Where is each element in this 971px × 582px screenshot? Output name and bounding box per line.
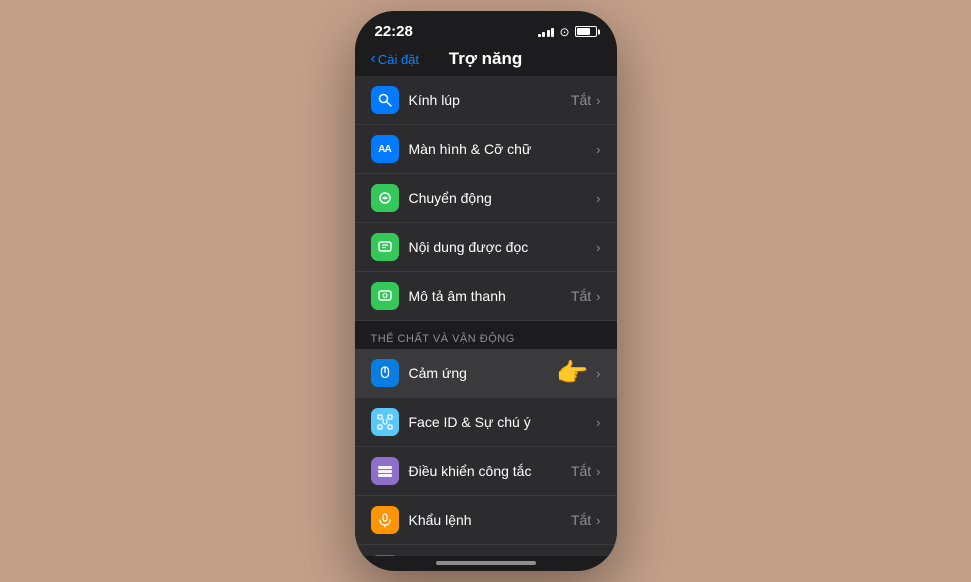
list-item[interactable]: Điều khiển công tắc Tắt › [355, 447, 617, 496]
item-label: Điều khiển công tắc [409, 463, 571, 479]
faceid-icon [371, 408, 399, 436]
chevron-right-icon: › [596, 366, 600, 381]
back-chevron-icon: ‹ [371, 50, 376, 68]
settings-content: Kính lúp Tắt › AA Màn hình & Cỡ chữ › Ch… [355, 76, 617, 556]
signal-icon [538, 26, 555, 37]
phone-frame: 22:28 ⊙ ‹ Cài đặt Trợ năng [355, 11, 617, 571]
item-label: Face ID & Sự chú ý [409, 414, 597, 430]
wifi-icon: ⊙ [559, 25, 569, 39]
aa-icon: AA [371, 135, 399, 163]
section-title-label: THỂ CHẤT VÀ VẬN ĐỘNG [371, 333, 515, 345]
chevron-right-icon: › [596, 464, 600, 479]
item-label: Khẩu lệnh [409, 512, 571, 528]
list-item[interactable]: Chuyển động › [355, 174, 617, 223]
list-item[interactable]: Cảm ứng 👉 › [355, 349, 617, 398]
magnify-icon [371, 86, 399, 114]
nav-bar: ‹ Cài đặt Trợ năng [355, 46, 617, 76]
battery-icon [575, 26, 597, 37]
item-label: Nội dung được đọc [409, 239, 597, 255]
item-label: Màn hình & Cỡ chữ [409, 141, 597, 157]
list-item[interactable]: Kính lúp Tắt › [355, 76, 617, 125]
chevron-right-icon: › [596, 191, 600, 206]
chevron-right-icon: › [596, 240, 600, 255]
list-item[interactable]: Mô tả âm thanh Tắt › [355, 272, 617, 321]
status-bar: 22:28 ⊙ [355, 11, 617, 46]
chevron-right-icon: › [596, 513, 600, 528]
back-button[interactable]: ‹ Cài đặt [371, 50, 420, 68]
list-item[interactable]: Face ID & Sự chú ý › [355, 398, 617, 447]
section-header: THỂ CHẤT VÀ VẬN ĐỘNG [355, 321, 617, 349]
status-icons: ⊙ [538, 25, 597, 39]
item-label: Mô tả âm thanh [409, 288, 571, 304]
item-value: Tắt [571, 288, 591, 304]
item-value: Tắt [571, 92, 591, 108]
physical-section: Cảm ứng 👉 › Face ID & [355, 349, 617, 556]
list-item[interactable]: Khẩu lệnh Tắt › [355, 496, 617, 545]
item-label: Kính lúp [409, 92, 571, 108]
page-title: Trợ năng [449, 49, 522, 69]
chevron-right-icon: › [596, 93, 600, 108]
speech-icon [371, 233, 399, 261]
side-button-icon [371, 555, 399, 556]
item-value: Tắt [571, 463, 591, 479]
list-item[interactable]: AA Màn hình & Cỡ chữ › [355, 125, 617, 174]
chevron-right-icon: › [596, 415, 600, 430]
chevron-right-icon: › [596, 142, 600, 157]
touch-icon [371, 359, 399, 387]
switch-control-icon [371, 457, 399, 485]
chevron-right-icon: › [596, 289, 600, 304]
pointer-hand-icon: 👉 [556, 358, 588, 389]
vision-section: Kính lúp Tắt › AA Màn hình & Cỡ chữ › Ch… [355, 76, 617, 321]
item-value: Tắt [571, 512, 591, 528]
list-item[interactable]: Nội dung được đọc › [355, 223, 617, 272]
list-item[interactable]: Nút sườn › [355, 545, 617, 556]
item-label: Chuyển động [409, 190, 597, 206]
audio-icon [371, 282, 399, 310]
home-indicator [436, 561, 536, 565]
back-label: Cài đặt [378, 52, 419, 67]
voice-control-icon [371, 506, 399, 534]
status-time: 22:28 [375, 23, 413, 40]
move-icon [371, 184, 399, 212]
